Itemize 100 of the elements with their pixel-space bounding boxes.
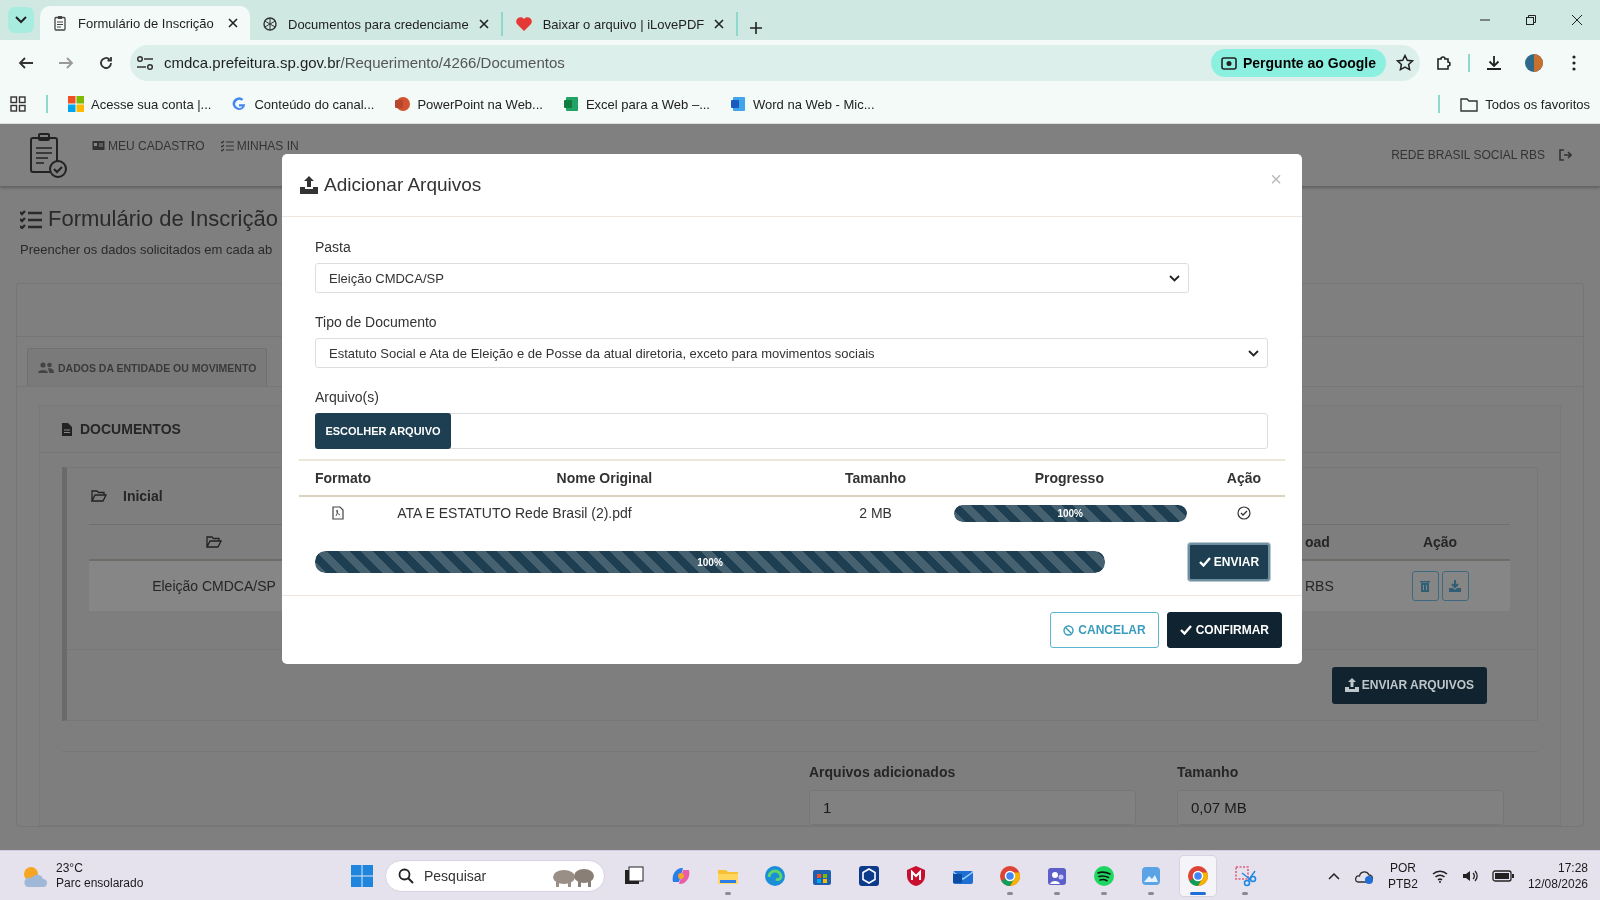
camera-search-icon [1221,54,1237,71]
section-title: DOCUMENTOS [80,421,181,437]
close-icon[interactable] [478,19,489,29]
column-header: Nome Original [393,460,816,496]
browser-tab[interactable]: Documentos para credenciame [250,12,503,36]
tab-title: Documentos para credenciame [288,16,469,32]
column-header: Formato [299,460,394,496]
extensions-icon[interactable] [1435,53,1453,72]
wifi-icon[interactable] [1431,868,1448,883]
bookmark-link[interactable]: PowerPoint na Web... [394,96,543,112]
close-icon[interactable] [228,18,238,28]
start-icon[interactable] [350,863,374,888]
file-icon [62,422,72,436]
checklist-icon [220,140,234,152]
temperature: 23°C [56,860,84,876]
page-title: Formulário de Inscrição [48,206,278,232]
apps-grid-icon[interactable] [10,96,26,112]
heart-icon [514,16,533,32]
progress-reading: 100% [696,556,724,568]
ban-icon [1063,624,1075,636]
ask-google-button[interactable]: Pergunte ao Google [1211,48,1386,77]
url-text: cmdca.prefeitura.sp.gov.br/Requerimento/4266/Documentos [164,54,566,71]
tab-title: Formulário de Inscrição [78,15,215,31]
users-icon [38,362,54,373]
close-icon[interactable] [1572,15,1582,25]
back-arrow-icon[interactable] [18,54,34,71]
logout-icon[interactable] [1559,149,1572,161]
scissors-icon [1233,863,1257,888]
weather-text: Parc ensolarado [56,875,144,891]
close-icon[interactable] [714,19,725,29]
forward-arrow-icon[interactable] [58,54,74,71]
document-icon [730,96,746,112]
chrome-logo-icon [998,863,1022,888]
g-logo-icon [231,96,248,112]
search-field[interactable]: Pesquisar [385,859,605,892]
restore-icon[interactable] [1526,15,1536,25]
trash-icon [1420,580,1430,592]
table-cell-text: RBS [1304,578,1335,594]
summary-label: Tamanho [1177,764,1240,780]
spreadsheet-icon [562,96,579,112]
browser-tab[interactable]: Baixar o arquivo | iLovePDF [502,12,739,36]
file-input-field[interactable]: ESCOLHER ARQUIVO [315,413,1268,449]
download-icon [1449,580,1461,592]
battery-icon[interactable] [1491,869,1514,882]
chevron-down-icon [15,16,27,24]
folder-title: Inicial [123,488,163,504]
clock-time: 17:28 [1557,859,1588,876]
select-field[interactable]: Estatuto Social e Ata de Eleição e de Posse da atual diretoria, exceto para movimentos sociais [315,338,1268,368]
column-header: oad [1304,534,1331,550]
file-size: 2 MB [815,496,936,529]
table-cell-text: Eleição CMDCA/SP [151,578,277,594]
open-folder-icon [91,490,107,502]
send-button[interactable]: ENVIAR [1188,543,1270,581]
upload-icon [299,175,319,195]
profile-avatar-icon[interactable] [1525,53,1543,72]
bookmark-link[interactable]: Word na Web - Mic... [730,96,875,112]
tab-list-button[interactable] [8,7,34,33]
field-label: Tipo de Documento [315,314,438,330]
pdf-file-icon [332,506,344,520]
search-placeholder: Pesquisar [424,867,488,884]
keyboard-layout: PTB2 [1387,875,1418,892]
plus-icon [750,22,763,34]
check-icon [1198,557,1211,567]
browser-tab[interactable]: Formulário de Inscrição [40,6,250,40]
bookmark-link[interactable]: Acesse sua conta |... [68,96,212,112]
tab-title: Baixar o arquivo | iLovePDF [542,16,705,32]
confirm-button[interactable]: CONFIRMAR [1166,612,1282,648]
user-name: REDE BRASIL SOCIAL RBS [1391,148,1545,162]
star-icon[interactable] [1396,53,1414,72]
select-field[interactable]: Eleição CMDCA/SP [315,263,1189,293]
bookmark-link[interactable]: Excel para a Web –... [562,96,710,112]
presentation-icon [394,96,411,112]
speaker-icon[interactable] [1461,868,1478,883]
progress-reading: 100% [1056,507,1084,519]
choose-file-button[interactable]: ESCOLHER ARQUIVO [315,413,451,449]
field-label: Pasta [315,239,352,255]
language-code: POR [1389,859,1416,876]
chevron-up-icon[interactable] [1327,871,1340,880]
bookmark-link[interactable]: Conteúdo do canal... [231,96,375,112]
check-icon [1179,625,1192,635]
folder-icon [1460,96,1479,112]
file-name: ATA E ESTATUTO Rede Brasil (2).pdf [393,496,816,529]
open-folder-icon [206,536,222,548]
browser-swirl-icon [763,863,787,888]
site-settings-icon[interactable] [136,54,154,71]
download-icon[interactable] [1485,53,1503,72]
reload-icon[interactable] [98,54,114,71]
shield-icon [904,863,928,888]
all-bookmarks-button[interactable]: Todos os favoritos [1460,96,1590,112]
summary-field: 1 [809,790,1136,825]
modal-title: Adicionar Arquivos [324,174,482,196]
music-circle-icon [1092,863,1116,888]
select-value: Eleição CMDCA/SP [329,270,445,286]
field-label: Arquivo(s) [315,389,380,405]
chrome-logo-icon [1186,863,1210,888]
column-header: Ação [1202,460,1285,496]
send-files-button[interactable]: ENVIAR ARQUIVOS [1331,666,1487,704]
chevron-down-icon [1248,349,1259,357]
search-icon [398,867,414,884]
address-bar[interactable]: cmdca.prefeitura.sp.gov.br/Requerimento/4266/Documentos Pergunte ao Google [130,44,1420,81]
